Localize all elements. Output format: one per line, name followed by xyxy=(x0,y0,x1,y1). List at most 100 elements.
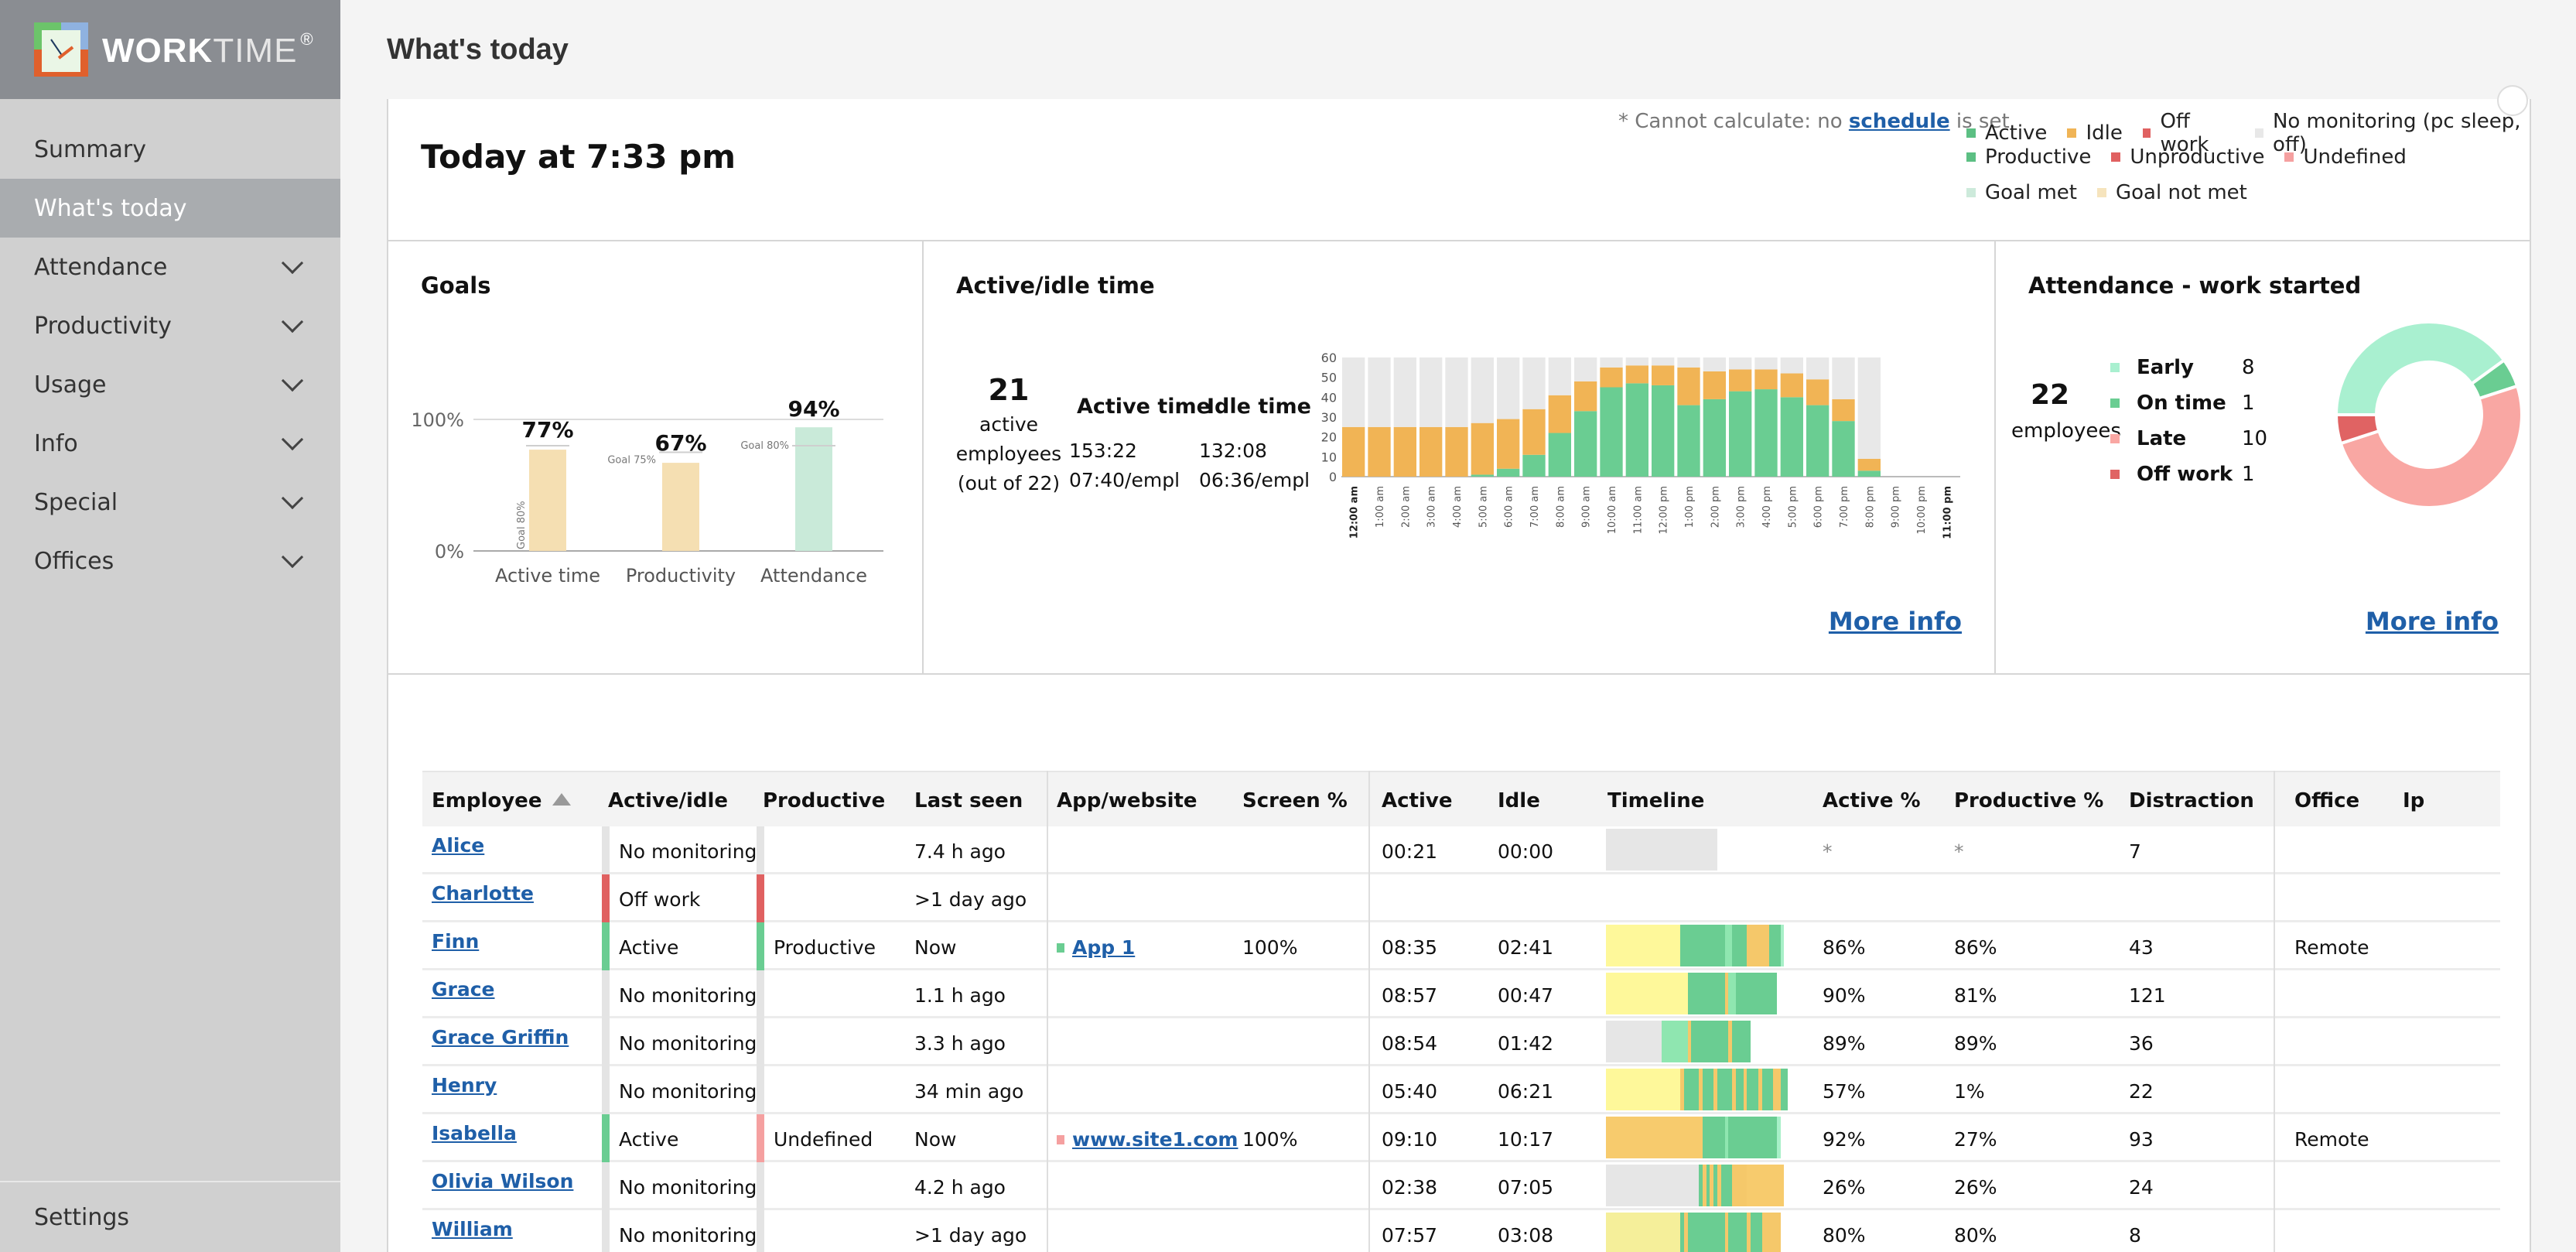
timeline-segment xyxy=(1728,973,1736,1014)
sidebar: WORKTIME ® Summary What's today Attendance P… xyxy=(0,0,340,1252)
employee-name[interactable]: Grace xyxy=(432,978,495,1001)
employee-link[interactable]: Grace Griffin xyxy=(432,1026,569,1048)
timeline-bar[interactable] xyxy=(1606,1021,1751,1062)
employee-name[interactable]: Olivia Wilson xyxy=(432,1170,573,1192)
employee-link[interactable]: Alice xyxy=(432,834,484,857)
scroll-top-button[interactable] xyxy=(2497,85,2528,116)
column-header-productive[interactable]: Productive xyxy=(763,789,885,812)
table-row[interactable]: Charlotte Off work >1 day ago xyxy=(422,874,2500,922)
timeline-bar[interactable] xyxy=(1606,1165,1785,1206)
timeline-bar[interactable] xyxy=(1606,1213,1781,1252)
bar-segment-no-monitoring xyxy=(1548,357,1571,395)
table-row[interactable]: Alice No monitoring 7.4 h ago 00:21 00:00 * * 7 xyxy=(422,826,2500,874)
sidebar-item-attendance[interactable]: Attendance xyxy=(0,238,340,296)
bar-segment-no-monitoring xyxy=(1729,357,1752,370)
column-header-screen[interactable]: Screen % xyxy=(1242,789,1348,812)
logo[interactable]: WORKTIME ® xyxy=(0,0,340,99)
app-website-link[interactable]: App 1 xyxy=(1072,936,1135,959)
column-header-timeline[interactable]: Timeline xyxy=(1607,789,1704,812)
employee-link[interactable]: William xyxy=(432,1218,513,1240)
chevron-down-icon[interactable] xyxy=(281,369,304,392)
employee-link[interactable]: Charlotte xyxy=(432,882,534,905)
sidebar-item-offices[interactable]: Offices xyxy=(0,532,340,590)
employee-name[interactable]: Grace Griffin xyxy=(432,1026,569,1048)
timeline-bar[interactable] xyxy=(1606,973,1777,1014)
x-tick-label: 7:00 am xyxy=(1529,486,1541,528)
productive-status-indicator xyxy=(757,922,764,970)
employee-link[interactable]: Isabella xyxy=(432,1122,517,1144)
x-tick-label: 6:00 am xyxy=(1504,486,1515,528)
column-header-label: Ip xyxy=(2403,789,2425,812)
timeline-segment xyxy=(1680,925,1725,966)
table-row[interactable]: Finn Active Productive Now App 1 100% 08:35 02:… xyxy=(422,922,2500,970)
chevron-down-icon[interactable] xyxy=(281,546,304,569)
employee-name[interactable]: Isabella xyxy=(432,1122,517,1144)
sidebar-item-productivity[interactable]: Productivity xyxy=(0,296,340,355)
table-row[interactable]: Olivia Wilson No monitoring 4.2 h ago 02:38… xyxy=(422,1162,2500,1210)
bar-segment-idle xyxy=(1677,367,1700,405)
active-idle-more-info-link[interactable]: More info xyxy=(1829,607,1962,636)
table-row[interactable]: Grace Griffin No monitoring 3.3 h ago 08:54… xyxy=(422,1018,2500,1066)
column-header-active[interactable]: Active xyxy=(1382,789,1452,812)
productive-status-indicator xyxy=(757,1066,764,1114)
active-pct-cell: 89% xyxy=(1823,1032,1866,1055)
active-time-cell: 08:54 xyxy=(1382,1032,1438,1055)
table-row[interactable]: Grace No monitoring 1.1 h ago 08:57 00:47 90%… xyxy=(422,970,2500,1018)
table-row[interactable]: Isabella Active Undefined Now www.site1.com 1… xyxy=(422,1114,2500,1162)
column-header-employee[interactable]: Employee xyxy=(432,789,572,812)
employee-link[interactable]: Olivia Wilson xyxy=(432,1170,573,1192)
timeline-bar[interactable] xyxy=(1606,1117,1781,1158)
column-header-productive[interactable]: Productive % xyxy=(1954,789,2103,812)
sidebar-item-usage[interactable]: Usage xyxy=(0,355,340,414)
attendance-more-info-link[interactable]: More info xyxy=(2366,607,2499,636)
goal-target-label: Goal 80% xyxy=(516,501,528,549)
employee-link[interactable]: Henry xyxy=(432,1074,497,1096)
legend-label: Active xyxy=(1985,121,2048,145)
x-tick-label: 1:00 pm xyxy=(1684,486,1696,528)
column-header-app-website[interactable]: App/website xyxy=(1057,789,1197,812)
column-header-last-seen[interactable]: Last seen xyxy=(914,789,1023,812)
column-header-ip[interactable]: Ip xyxy=(2403,789,2424,812)
chevron-down-icon[interactable] xyxy=(281,310,304,334)
column-header-office[interactable]: Office xyxy=(2294,789,2359,812)
employee-name[interactable]: Charlotte xyxy=(432,882,534,905)
chevron-down-icon[interactable] xyxy=(281,251,304,275)
table-row[interactable]: Henry No monitoring 34 min ago 05:40 06:21 57… xyxy=(422,1066,2500,1114)
sidebar-item-label: Info xyxy=(34,429,78,457)
employee-name[interactable]: Henry xyxy=(432,1074,497,1096)
timeline-bar[interactable] xyxy=(1606,1069,1789,1110)
table-row[interactable]: William No monitoring >1 day ago 07:57 03:08… xyxy=(422,1210,2500,1252)
app-website-link[interactable]: www.site1.com xyxy=(1072,1128,1238,1151)
timeline-segment xyxy=(1687,973,1725,1014)
sidebar-item-summary[interactable]: Summary xyxy=(0,120,340,179)
bar-segment-no-monitoring xyxy=(1445,357,1468,427)
chevron-down-icon[interactable] xyxy=(281,428,304,451)
bar-segment-no-monitoring xyxy=(1471,357,1494,423)
schedule-link[interactable]: schedule xyxy=(1849,110,1950,133)
productive-status-indicator xyxy=(757,970,764,1018)
x-tick-label: 12:00 pm xyxy=(1659,486,1670,535)
column-header-idle[interactable]: Idle xyxy=(1498,789,1540,812)
sidebar-item-info[interactable]: Info xyxy=(0,414,340,473)
sidebar-item-settings[interactable]: Settings xyxy=(0,1181,340,1252)
column-header-distraction[interactable]: Distraction xyxy=(2129,789,2254,812)
employee-link[interactable]: Finn xyxy=(432,930,479,953)
column-header-active[interactable]: Active % xyxy=(1823,789,1921,812)
timeline-bar[interactable] xyxy=(1606,925,1785,966)
timeline-bar[interactable] xyxy=(1606,829,1717,871)
app-website-cell: www.site1.com xyxy=(1057,1128,1238,1151)
timeline-segment xyxy=(1606,1021,1662,1062)
employee-name[interactable]: Finn xyxy=(432,930,479,953)
employee-name[interactable]: Alice xyxy=(432,834,484,857)
sidebar-item-what-s-today[interactable]: What's today xyxy=(0,179,340,238)
chevron-down-icon[interactable] xyxy=(281,487,304,510)
column-header-active-idle[interactable]: Active/idle xyxy=(608,789,728,812)
bar-segment-idle xyxy=(1703,371,1726,399)
x-tick-label: 7:00 pm xyxy=(1839,486,1850,528)
employee-link[interactable]: Grace xyxy=(432,978,495,1001)
sidebar-item-special[interactable]: Special xyxy=(0,473,340,532)
legend-swatch xyxy=(2067,128,2077,138)
sort-ascending-icon[interactable] xyxy=(552,793,572,806)
column-header-label: Office xyxy=(2294,789,2360,812)
employee-name[interactable]: William xyxy=(432,1218,513,1240)
